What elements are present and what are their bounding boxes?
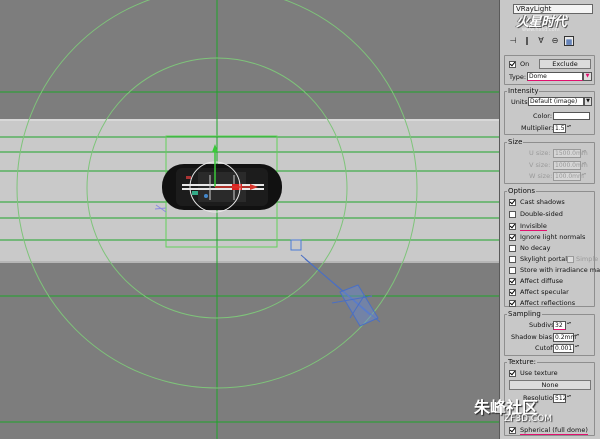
double-sided-checkbox[interactable] <box>509 210 516 218</box>
intensity-rollout: Intensity Units: Default (image) ▼ Color… <box>504 87 595 135</box>
affect-specular-label: Affect specular <box>520 288 569 296</box>
color-swatch[interactable] <box>553 112 590 120</box>
sampling-rollout: Sampling Subdivs: 32 ▴▾ Shadow bias: 0.2… <box>504 310 595 356</box>
w-size-label: W size: <box>529 172 553 180</box>
remove-modifier-icon[interactable]: ⊖ <box>550 36 560 46</box>
subdivs-spinner-icon[interactable]: ▴▾ <box>567 321 571 330</box>
subdivs-field[interactable]: 32 <box>553 321 566 330</box>
multiplier-field[interactable]: 1.5 <box>553 124 566 133</box>
no-decay-checkbox[interactable] <box>509 244 516 252</box>
cutoff-spinner-icon[interactable]: ▴▾ <box>575 344 579 353</box>
options-rollout: Options Cast shadows Double-sided Invisi… <box>504 187 600 307</box>
on-checkbox[interactable] <box>509 60 516 68</box>
affect-reflections-checkbox[interactable] <box>509 299 516 307</box>
texture-title: Texture: <box>507 358 537 366</box>
car-model[interactable] <box>154 164 282 213</box>
w-size-field[interactable]: 100.0mm <box>553 172 584 181</box>
resolution-spinner-icon[interactable]: ▴▾ <box>567 394 571 403</box>
make-unique-icon[interactable]: ∀ <box>536 36 546 46</box>
show-end-result-icon[interactable]: ‖ <box>522 36 532 46</box>
simple-label: Simple <box>576 255 599 263</box>
v-size-label: V size: <box>529 161 551 169</box>
skylight-portal-checkbox[interactable] <box>509 255 516 263</box>
general-rollout: On Exclude Type: Dome ▼ <box>504 55 595 85</box>
multiplier-spinner-icon[interactable]: ▴▾ <box>567 124 571 133</box>
floor-top-edge <box>0 119 499 121</box>
affect-reflections-label: Affect reflections <box>520 299 576 307</box>
size-title: Size <box>507 138 524 146</box>
sampling-title: Sampling <box>507 310 542 318</box>
store-irradiance-checkbox[interactable] <box>509 266 516 274</box>
cast-shadows-label: Cast shadows <box>520 198 565 206</box>
pin-stack-icon[interactable]: ⊣ <box>508 36 518 46</box>
simple-checkbox[interactable] <box>567 255 574 263</box>
ignore-light-normals-checkbox[interactable] <box>509 233 516 241</box>
w-size-spinner-icon[interactable]: ▴▾ <box>582 172 586 181</box>
cast-shadows-checkbox[interactable] <box>509 198 516 206</box>
skylight-portal-label: Skylight portal <box>520 255 568 263</box>
exclude-button[interactable]: Exclude <box>539 59 591 69</box>
units-label: Units: <box>511 98 530 106</box>
resolution-field[interactable]: 512 <box>553 394 566 403</box>
use-texture-label: Use texture <box>520 369 558 377</box>
on-label: On <box>520 60 530 68</box>
configure-sets-icon[interactable]: ▦ <box>564 36 574 46</box>
camera-object[interactable] <box>300 254 381 327</box>
u-size-label: U size: <box>529 149 551 157</box>
cutoff-field[interactable]: 0.001 <box>553 344 574 353</box>
viewport-top[interactable] <box>0 0 499 439</box>
watermark-url: ZF3D.COM <box>504 414 552 424</box>
type-label: Type: <box>509 73 527 81</box>
shadow-bias-label: Shadow bias: <box>511 333 555 341</box>
affect-specular-checkbox[interactable] <box>509 288 516 296</box>
use-texture-checkbox[interactable] <box>509 369 516 377</box>
shadow-bias-spinner-icon[interactable]: ▴▾ <box>575 333 579 342</box>
u-size-field[interactable]: 1500.0mm <box>553 149 588 158</box>
v-size-spinner-icon[interactable]: ▴▾ <box>582 161 586 170</box>
type-dropdown[interactable]: Dome <box>527 72 583 81</box>
v-size-field[interactable]: 1000.0mm <box>553 161 588 170</box>
texture-map-button[interactable]: None <box>509 380 591 390</box>
options-title: Options <box>507 187 537 195</box>
ignore-light-normals-label: Ignore light normals <box>520 233 586 241</box>
modifier-toolbar: ⊣ ‖ ∀ ⊖ ▦ <box>508 35 596 47</box>
size-rollout: Size U size: 1500.0mm ▴▾ V size: 1000.0m… <box>504 138 595 184</box>
affect-diffuse-label: Affect diffuse <box>520 277 564 285</box>
spherical-checkbox[interactable] <box>509 426 516 434</box>
spherical-label: Spherical (full dome) <box>520 425 588 435</box>
double-sided-label: Double-sided <box>520 210 563 218</box>
site-logo-url: www.hxsd.com <box>522 27 560 33</box>
affect-diffuse-checkbox[interactable] <box>509 277 516 285</box>
invisible-checkbox[interactable] <box>509 222 516 230</box>
shadow-bias-field[interactable]: 0.2mm <box>553 333 576 342</box>
no-decay-label: No decay <box>520 244 551 252</box>
units-dropdown[interactable]: Default (image) <box>528 97 584 106</box>
u-size-spinner-icon[interactable]: ▴▾ <box>582 149 586 158</box>
color-label: Color: <box>533 112 553 120</box>
invisible-label: Invisible <box>520 221 547 231</box>
type-dropdown-arrow-icon[interactable]: ▼ <box>583 72 592 81</box>
multiplier-label: Multiplier: <box>521 124 554 132</box>
floor-bottom-edge <box>0 261 499 263</box>
viewport-canvas[interactable] <box>0 0 499 439</box>
intensity-title: Intensity <box>507 87 540 95</box>
store-irradiance-label: Store with irradiance map <box>520 266 600 274</box>
units-dropdown-arrow-icon[interactable]: ▼ <box>584 97 592 106</box>
